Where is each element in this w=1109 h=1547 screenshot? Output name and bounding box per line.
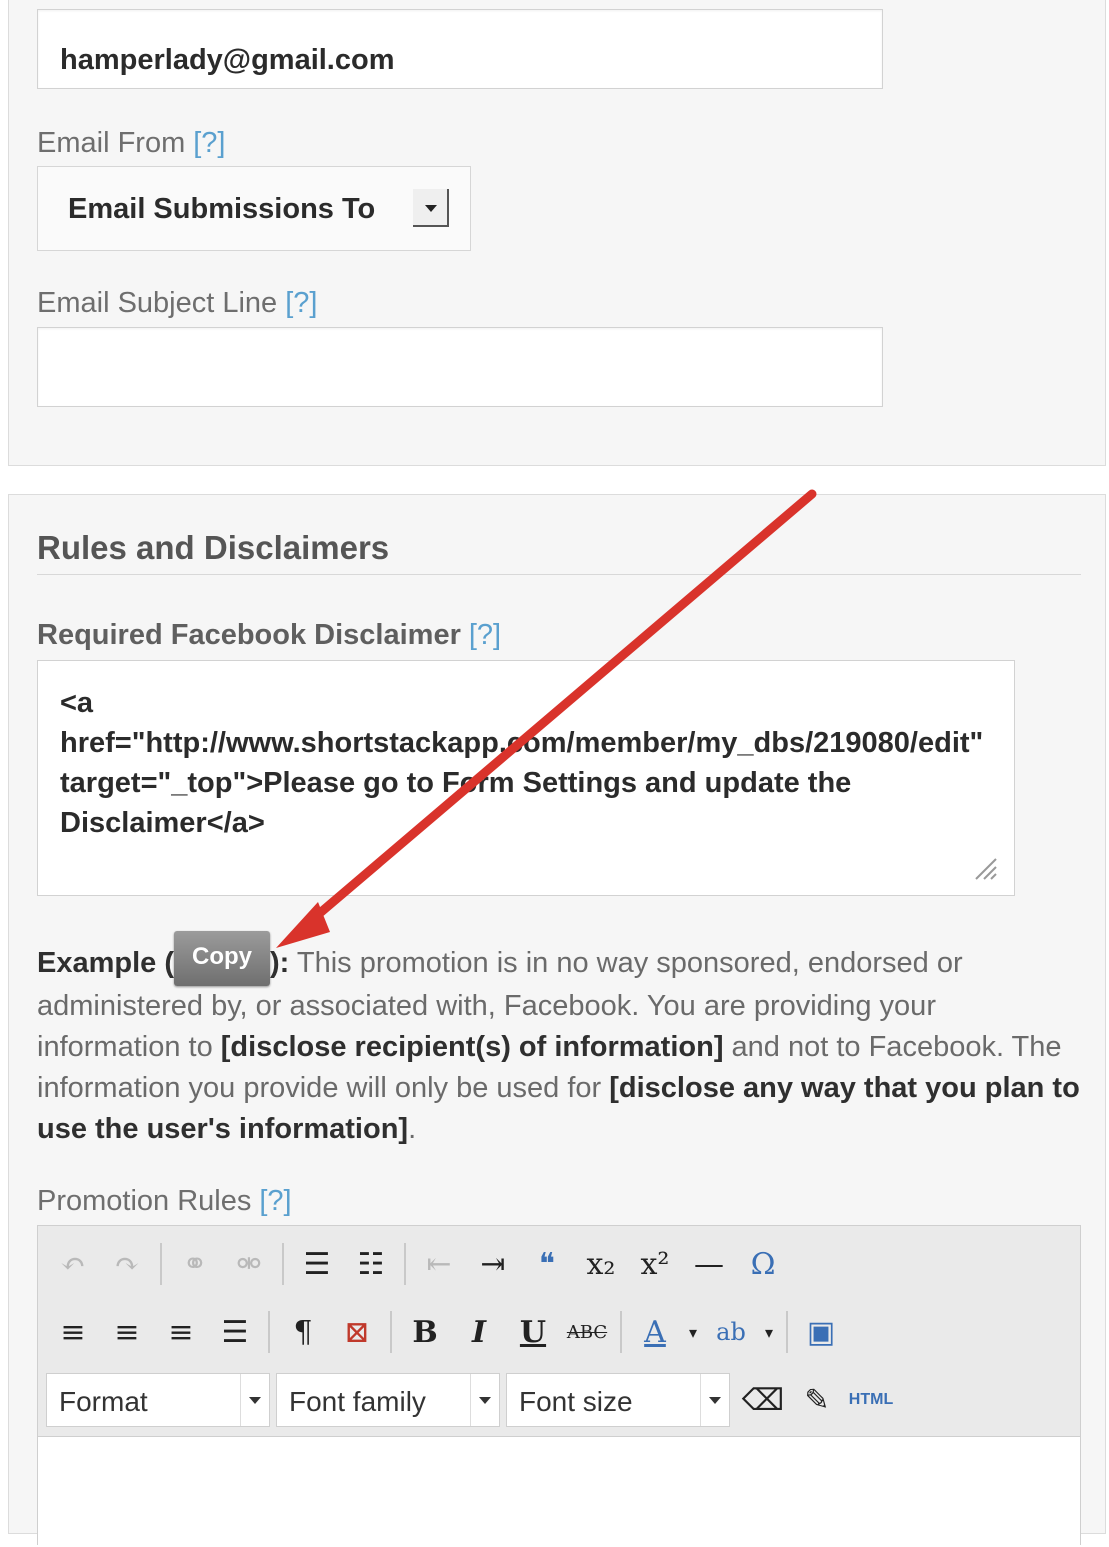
email-from-label: Email From [?]	[37, 127, 226, 159]
promotion-rules-help-link[interactable]: [?]	[259, 1185, 291, 1217]
italic-icon[interactable]: I	[452, 1309, 506, 1355]
email-subject-input[interactable]	[37, 327, 883, 407]
font-family-select[interactable]: Font family	[276, 1373, 500, 1427]
align-right-icon[interactable]: ≡	[154, 1309, 208, 1355]
toolbar-separator	[786, 1311, 788, 1353]
unlink-icon[interactable]: ⚮	[222, 1241, 276, 1287]
section-divider	[37, 574, 1081, 575]
chevron-down-icon	[700, 1374, 729, 1426]
format-select[interactable]: Format	[46, 1373, 270, 1427]
horizontal-rule-icon[interactable]: —	[682, 1241, 736, 1287]
chevron-down-icon	[470, 1374, 499, 1426]
cleanup-brush-icon[interactable]: ✎	[790, 1377, 844, 1423]
email-subject-label: Email Subject Line [?]	[37, 287, 318, 319]
text-color-icon[interactable]: A	[628, 1309, 682, 1355]
toolbar-separator	[160, 1243, 162, 1285]
disclaimer-value: <a href="http://www.shortstackapp.com/me…	[60, 687, 984, 839]
align-center-icon[interactable]: ≡	[100, 1309, 154, 1355]
section-title: Rules and Disclaimers	[37, 529, 390, 566]
disclaimer-help-link[interactable]: [?]	[469, 619, 501, 651]
disclaimer-label: Required Facebook Disclaimer [?]	[37, 619, 502, 651]
text-color-dropdown-icon[interactable]: ▾	[682, 1309, 704, 1355]
indent-icon[interactable]: ⇥	[466, 1241, 520, 1287]
editor-content-area[interactable]	[38, 1436, 1080, 1547]
toolbar-separator	[404, 1243, 406, 1285]
email-subject-help-link[interactable]: [?]	[285, 287, 317, 319]
toolbar-separator	[390, 1311, 392, 1353]
blockquote-icon[interactable]: ❝	[520, 1241, 574, 1287]
subscript-icon[interactable]: x₂	[574, 1241, 628, 1287]
toolbar-separator	[268, 1311, 270, 1353]
align-justify-icon[interactable]: ☰	[208, 1309, 262, 1355]
chevron-down-icon	[240, 1374, 269, 1426]
editor-toolbar-row-2: ≡ ≡ ≡ ☰ ¶ ⊠ B I U ABC A ▾ ab ▾ ▣	[46, 1306, 848, 1358]
insert-break-icon[interactable]: ⊠	[330, 1309, 384, 1355]
bullet-list-icon[interactable]: ☰	[290, 1241, 344, 1287]
paragraph-marks-icon[interactable]: ¶	[276, 1309, 330, 1355]
undo-icon[interactable]: ↶	[46, 1241, 100, 1287]
highlight-dropdown-icon[interactable]: ▾	[758, 1309, 780, 1355]
eraser-icon[interactable]: ⌫	[736, 1377, 790, 1423]
email-from-selected: Email Submissions To	[68, 193, 376, 225]
copy-button[interactable]: Copy	[174, 931, 270, 986]
toolbar-separator	[620, 1311, 622, 1353]
toolbar-separator	[282, 1243, 284, 1285]
email-to-value: hamperlady@gmail.com	[60, 44, 395, 76]
editor-toolbar-row-1: ↶ ↷ ⚭ ⚮ ☰ ☷ ⇤ ⇥ ❝ x₂ x² — Ω	[46, 1238, 790, 1290]
font-size-select[interactable]: Font size	[506, 1373, 730, 1427]
email-from-select[interactable]: Email Submissions To	[37, 166, 471, 251]
fullscreen-icon[interactable]: ▣	[794, 1309, 848, 1355]
chevron-down-icon[interactable]	[413, 189, 449, 227]
email-settings-panel: hamperlady@gmail.com Email From [?] Email…	[8, 0, 1106, 466]
editor-toolbar-row-3: Format Font family Font size ⌫ ✎ HTML	[46, 1373, 898, 1427]
disclaimer-textarea[interactable]: <a href="http://www.shortstackapp.com/me…	[37, 660, 1015, 896]
numbered-list-icon[interactable]: ☷	[344, 1241, 398, 1287]
example-disclaimer-text: Example (Copy): This promotion is in no …	[37, 931, 1087, 1150]
highlight-color-icon[interactable]: ab	[704, 1309, 758, 1355]
link-icon[interactable]: ⚭	[168, 1241, 222, 1287]
promotion-rules-label: Promotion Rules [?]	[37, 1185, 292, 1217]
underline-icon[interactable]: U	[506, 1309, 560, 1355]
strikethrough-icon[interactable]: ABC	[560, 1309, 614, 1355]
redo-icon[interactable]: ↷	[100, 1241, 154, 1287]
rich-text-editor: ↶ ↷ ⚭ ⚮ ☰ ☷ ⇤ ⇥ ❝ x₂ x² — Ω ≡ ≡ ≡ ☰ ¶ ⊠	[37, 1225, 1081, 1547]
superscript-icon[interactable]: x²	[628, 1241, 682, 1287]
special-character-icon[interactable]: Ω	[736, 1241, 790, 1287]
html-source-button[interactable]: HTML	[844, 1377, 898, 1423]
resize-handle-icon[interactable]	[972, 855, 998, 881]
email-from-help-link[interactable]: [?]	[193, 127, 225, 159]
bold-icon[interactable]: B	[398, 1309, 452, 1355]
rules-disclaimers-panel: Rules and Disclaimers Required Facebook …	[8, 494, 1106, 1547]
align-left-icon[interactable]: ≡	[46, 1309, 100, 1355]
outdent-icon[interactable]: ⇤	[412, 1241, 466, 1287]
email-to-input[interactable]: hamperlady@gmail.com	[37, 9, 883, 89]
